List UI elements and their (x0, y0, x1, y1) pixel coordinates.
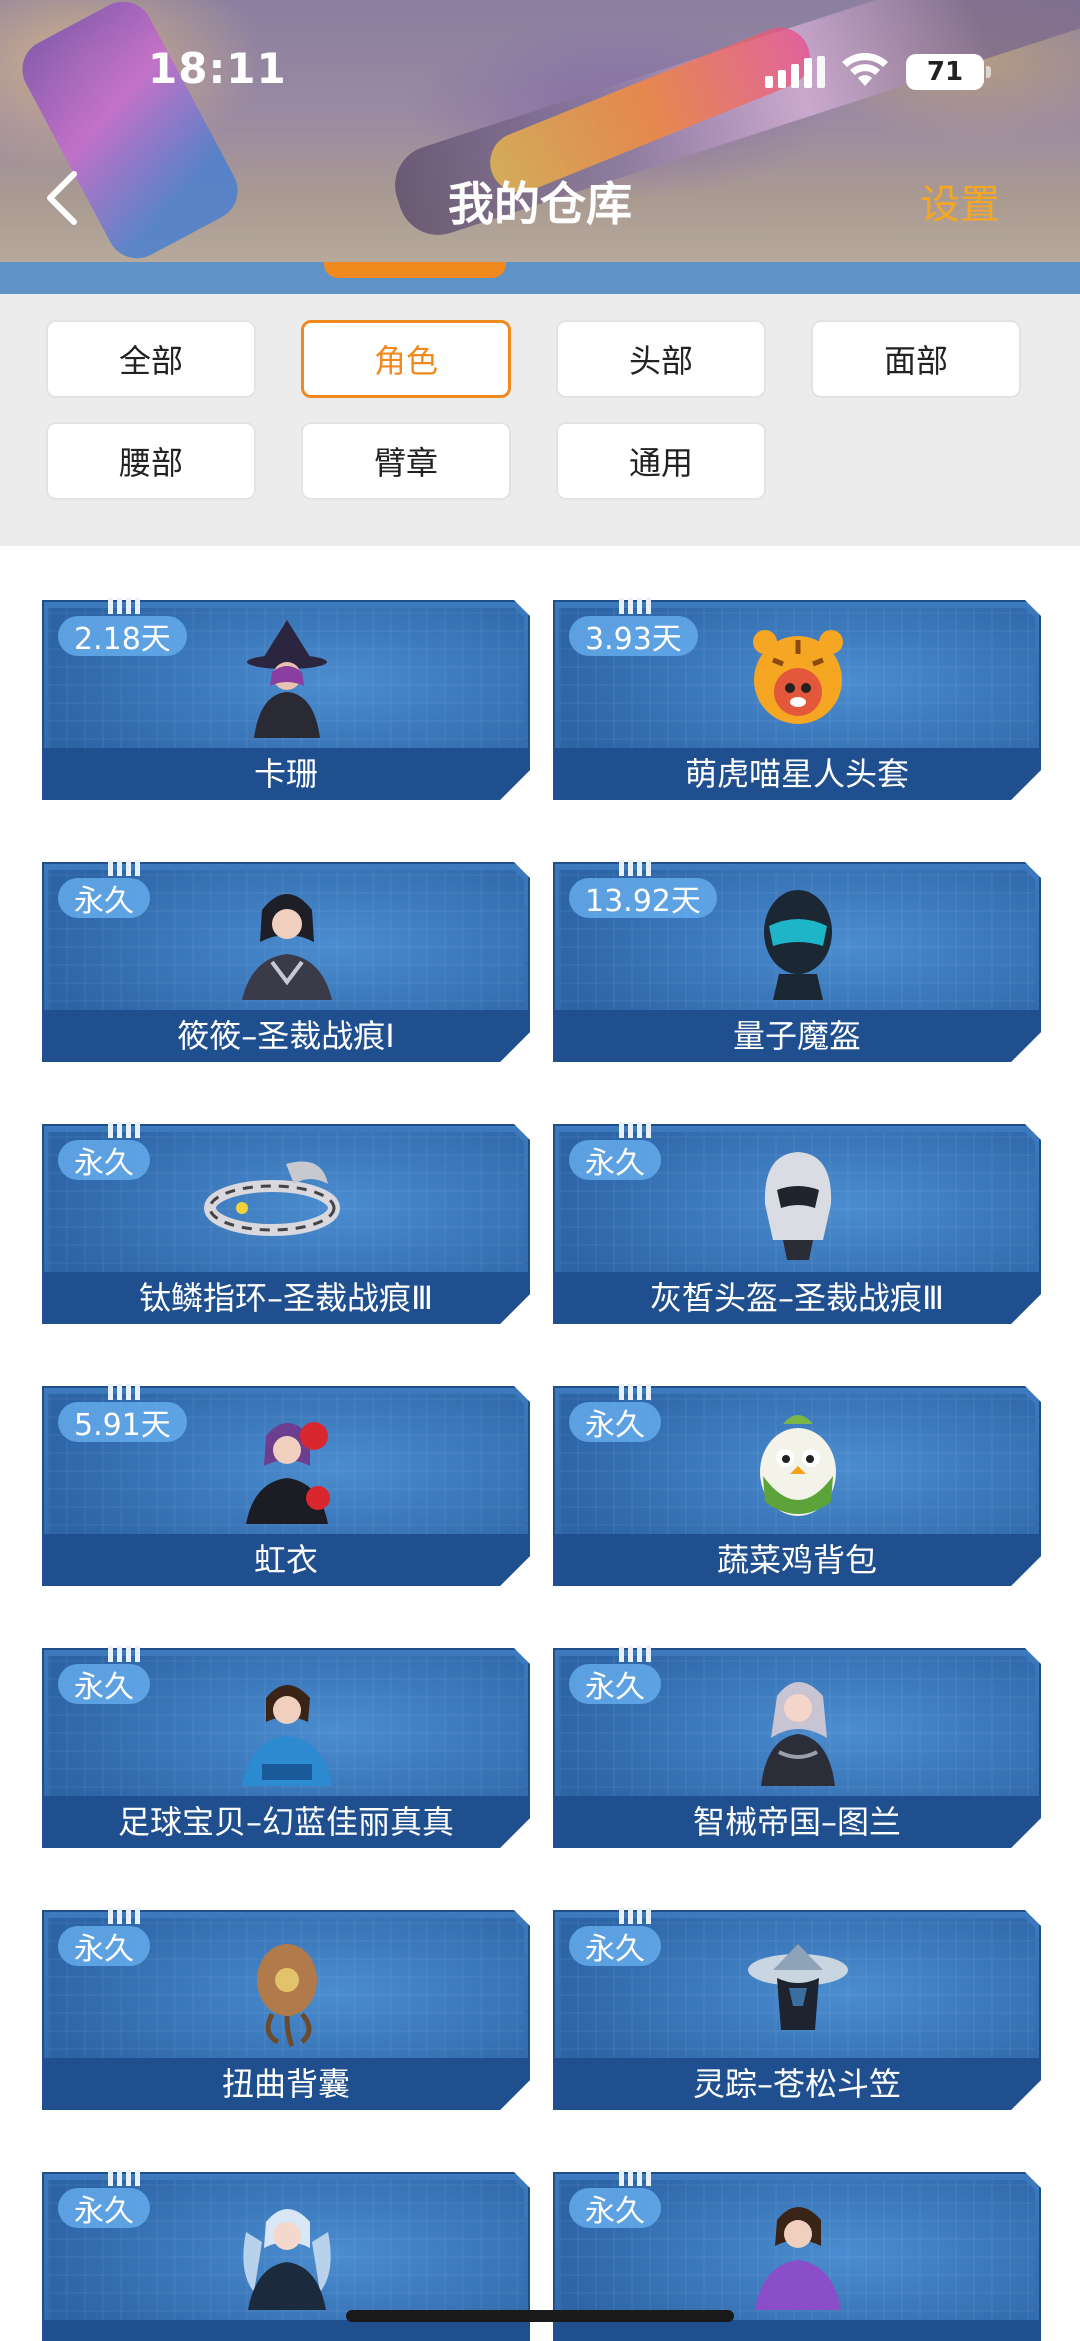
item-card[interactable]: 永久筱筱–圣裁战痕Ⅰ (42, 860, 530, 1062)
filter-panel: 全部 角色 头部 面部 腰部 臂章 通用 (0, 294, 1080, 546)
bamboo-hat-image (743, 1930, 853, 2048)
filter-chip-all[interactable]: 全部 (46, 320, 256, 398)
item-card[interactable]: 5.91天虹衣 (42, 1384, 530, 1586)
item-card[interactable]: 2.18天卡珊 (42, 598, 530, 800)
helmet-image (743, 1144, 853, 1262)
chicken-backpack-image (743, 1406, 853, 1524)
item-card[interactable]: 永久灵踪–苍松斗笠 (553, 1908, 1041, 2110)
duration-badge: 5.91天 (58, 1402, 187, 1443)
signal-icon (765, 56, 825, 88)
duration-badge: 3.93天 (569, 616, 698, 657)
card-notch (108, 2170, 140, 2186)
duration-badge: 2.18天 (58, 616, 187, 657)
item-name: 灰皙头盔–圣裁战痕Ⅲ (649, 1279, 945, 1317)
ring-image (204, 1144, 342, 1262)
item-card[interactable]: 永久扭曲背囊 (42, 1908, 530, 2110)
filter-chip-general[interactable]: 通用 (556, 422, 766, 500)
filter-chip-face[interactable]: 面部 (811, 320, 1021, 398)
item-name: 蔬菜鸡背包 (716, 1541, 877, 1579)
duration-badge: 永久 (569, 2188, 661, 2229)
card-notch (108, 598, 140, 614)
duration-badge: 永久 (569, 1926, 661, 1967)
wifi-icon (842, 53, 888, 86)
duration-badge: 永久 (58, 1926, 150, 1967)
quantum-helmet-image (743, 882, 853, 1000)
card-notch (619, 1646, 651, 1662)
item-card[interactable]: 永久蔬菜鸡背包 (553, 1384, 1041, 1586)
item-name (553, 2322, 1041, 2341)
filter-chip-head[interactable]: 头部 (556, 320, 766, 398)
item-name: 卡珊 (253, 755, 318, 793)
item-name: 筱筱–圣裁战痕Ⅰ (177, 1017, 395, 1055)
item-name (42, 2322, 530, 2341)
card-notch (619, 1908, 651, 1924)
card-notch (619, 1384, 651, 1400)
card-notch (108, 860, 140, 876)
female-character-image (232, 882, 342, 1000)
header-banner: 18:11 71 我的仓库 设置 (0, 0, 1080, 262)
item-name: 灵踪–苍松斗笠 (692, 2065, 901, 2103)
filter-chip-armband[interactable]: 臂章 (301, 422, 511, 500)
filter-chip-character[interactable]: 角色 (301, 320, 511, 398)
duration-badge: 永久 (58, 1664, 150, 1705)
battery-indicator: 71 (906, 54, 991, 90)
football-girl-image (232, 1668, 342, 1786)
duration-badge: 永久 (58, 878, 150, 919)
red-flower-character-image (232, 1406, 342, 1524)
active-tab-indicator (324, 262, 506, 278)
status-time: 18:11 (148, 44, 287, 93)
tiger-mask-image (743, 620, 853, 738)
item-name: 钛鳞指环–圣裁战痕Ⅲ (138, 1279, 434, 1317)
duration-badge: 永久 (58, 2188, 150, 2229)
item-card[interactable]: 永久足球宝贝–幻蓝佳丽真真 (42, 1646, 530, 1848)
card-notch (619, 1122, 651, 1138)
item-name: 扭曲背囊 (221, 2065, 350, 2103)
item-card[interactable]: 永久灰皙头盔–圣裁战痕Ⅲ (553, 1122, 1041, 1324)
item-name: 智械帝国–图兰 (692, 1803, 901, 1841)
item-name: 虹衣 (253, 1541, 318, 1579)
card-notch (619, 860, 651, 876)
item-card[interactable]: 永久智械帝国–图兰 (553, 1646, 1041, 1848)
home-indicator (346, 2310, 734, 2322)
duration-badge: 永久 (569, 1664, 661, 1705)
filter-chip-waist[interactable]: 腰部 (46, 422, 256, 500)
item-name: 足球宝贝–幻蓝佳丽真真 (117, 1803, 454, 1841)
card-notch (108, 1908, 140, 1924)
mech-girl-image (743, 1668, 853, 1786)
duration-badge: 永久 (58, 1140, 150, 1181)
twintail-girl-image (232, 2192, 342, 2310)
duration-badge: 永久 (569, 1402, 661, 1443)
settings-button[interactable]: 设置 (920, 172, 1000, 230)
card-notch (108, 1646, 140, 1662)
duration-badge: 永久 (569, 1140, 661, 1181)
twisted-backpack-image (232, 1930, 342, 2048)
purple-girl-image (743, 2192, 853, 2310)
card-notch (619, 598, 651, 614)
card-notch (108, 1384, 140, 1400)
item-name: 萌虎喵星人头套 (684, 755, 909, 793)
witch-character-image (232, 620, 342, 738)
duration-badge: 13.92天 (569, 878, 717, 919)
card-notch (108, 1122, 140, 1138)
page-title: 我的仓库 (448, 177, 632, 231)
item-card[interactable]: 13.92天量子魔盔 (553, 860, 1041, 1062)
item-card[interactable]: 永久钛鳞指环–圣裁战痕Ⅲ (42, 1122, 530, 1324)
item-card[interactable]: 3.93天萌虎喵星人头套 (553, 598, 1041, 800)
card-notch (619, 2170, 651, 2186)
header-strip (0, 262, 1080, 294)
item-name: 量子魔盔 (732, 1017, 861, 1055)
